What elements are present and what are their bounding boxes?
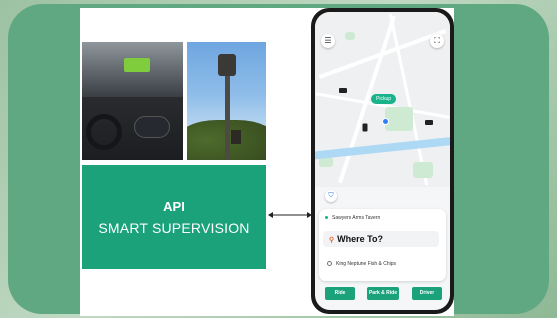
where-to-input[interactable]: ⚲ Where To? — [323, 231, 439, 247]
origin-label: Sawyers Arms Tavern — [332, 215, 381, 221]
steering-wheel — [86, 114, 122, 150]
vehicle-interior-photo — [82, 42, 183, 160]
current-location-dot — [382, 118, 389, 125]
map-park — [345, 32, 355, 40]
car-icon — [425, 120, 433, 125]
shield-icon[interactable]: ⛉ — [325, 190, 337, 202]
car-icon — [362, 123, 368, 132]
ride-button[interactable]: Ride — [325, 287, 355, 300]
map-park — [413, 162, 433, 178]
driver-button[interactable]: Driver — [412, 287, 442, 300]
scan-icon[interactable]: ⛶ — [430, 34, 444, 48]
where-to-label: Where To? — [337, 234, 383, 244]
dashboard-screen — [134, 116, 170, 138]
cabinet-box — [231, 130, 241, 144]
origin-row[interactable]: Sawyers Arms Tavern — [325, 215, 380, 221]
park-and-ride-button[interactable]: Park & Ride — [367, 287, 399, 300]
map-river — [315, 135, 450, 161]
car-icon — [339, 88, 347, 93]
sensor-head — [218, 54, 236, 76]
roadside-sensor-photo — [187, 42, 266, 160]
phone-screen: Pickup ☰ ⛶ ⛉ Sawyers Arms Tavern ⚲ Where … — [315, 12, 450, 310]
pickup-marker[interactable]: Pickup — [371, 94, 397, 104]
map-park — [385, 107, 413, 131]
recent-label: King Neptune Fish & Chips — [336, 261, 397, 267]
destination-sheet: Sawyers Arms Tavern ⚲ Where To? King Nept… — [319, 209, 446, 281]
origin-dot-icon — [325, 216, 328, 220]
api-subtitle: SMART SUPERVISION — [98, 220, 250, 236]
double-arrow-icon — [268, 212, 312, 218]
recent-destination[interactable]: King Neptune Fish & Chips — [327, 261, 396, 267]
search-icon: ⚲ — [329, 237, 335, 244]
api-title: API — [163, 199, 185, 214]
api-box: API SMART SUPERVISION — [82, 165, 266, 269]
sensor-pole — [225, 62, 230, 160]
action-bar: Ride Park & Ride Driver — [325, 287, 443, 302]
green-device — [124, 58, 150, 72]
hamburger-menu-icon[interactable]: ☰ — [321, 34, 335, 48]
clock-icon — [327, 261, 332, 267]
